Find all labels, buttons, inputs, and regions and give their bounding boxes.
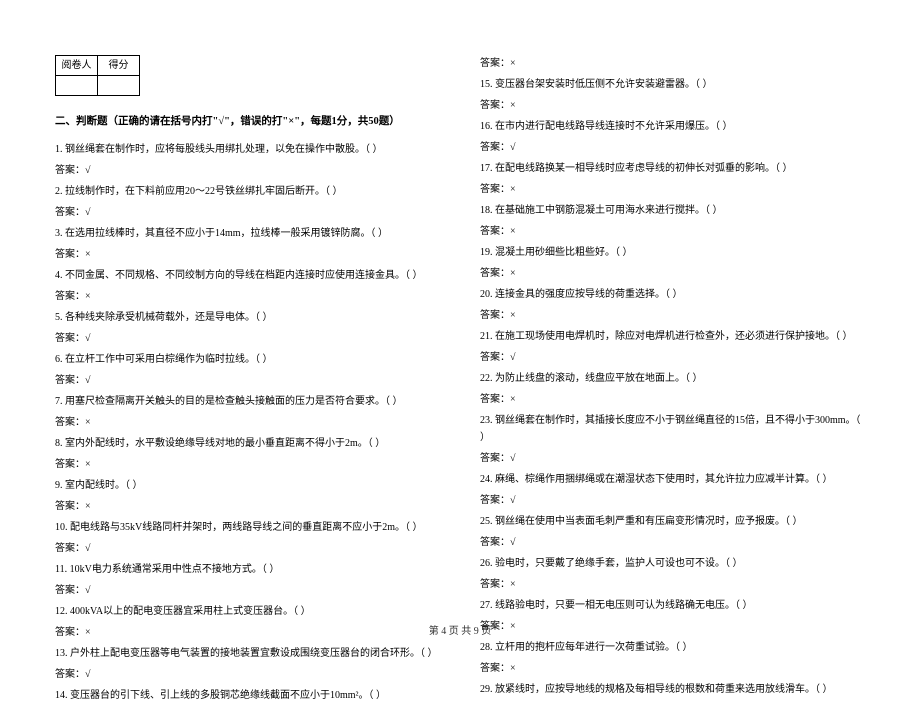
answer-text: 答案：× <box>55 498 440 515</box>
score-table: 阅卷人 得分 <box>55 55 140 96</box>
answer-text: 答案：× <box>480 265 865 282</box>
answer-text: 答案：× <box>55 288 440 305</box>
question-text: 7. 用塞尺检查隔离开关触头的目的是检查触头接触面的压力是否符合要求。（ ） <box>55 393 440 410</box>
answer-text: 答案：× <box>55 414 440 431</box>
question-text: 28. 立杆用的抱杆应每年进行一次荷重试验。（ ） <box>480 639 865 656</box>
answer-text: 答案：× <box>480 391 865 408</box>
answer-text: 答案：√ <box>480 450 865 467</box>
question-text: 20. 连接金具的强度应按导线的荷重选择。（ ） <box>480 286 865 303</box>
question-text: 19. 混凝土用砂细些比粗些好。（ ） <box>480 244 865 261</box>
section-title: 二、判断题（正确的请在括号内打"√"，错误的打"×"，每题1分，共50题） <box>55 114 440 131</box>
answer-text: 答案：√ <box>55 204 440 221</box>
score-table-grader-header: 阅卷人 <box>56 56 98 76</box>
answer-text: 答案：× <box>480 55 865 72</box>
answer-text: 答案：× <box>55 456 440 473</box>
question-text: 26. 验电时，只要戴了绝缘手套，监护人可设也可不设。（ ） <box>480 555 865 572</box>
question-text: 6. 在立杆工作中可采用白棕绳作为临时拉线。（ ） <box>55 351 440 368</box>
question-text: 27. 线路验电时，只要一相无电压则可认为线路确无电压。（ ） <box>480 597 865 614</box>
answer-text: 答案：√ <box>480 349 865 366</box>
question-text: 18. 在基础施工中钢筋混凝土可用海水来进行搅拌。（ ） <box>480 202 865 219</box>
question-text: 3. 在选用拉线棒时，其直径不应小于14mm，拉线棒一般采用镀锌防腐。（ ） <box>55 225 440 242</box>
question-text: 5. 各种线夹除承受机械荷载外，还是导电体。（ ） <box>55 309 440 326</box>
left-question-list: 1. 钢丝绳套在制作时，应将每股线头用绑扎处理，以免在操作中散股。（ ） 答案：√… <box>55 141 440 704</box>
answer-text: 答案：√ <box>55 582 440 599</box>
question-text: 29. 放紧线时，应按导地线的规格及每相导线的根数和荷重来选用放线滑车。（ ） <box>480 681 865 698</box>
answer-text: 答案：× <box>480 660 865 677</box>
answer-text: 答案：× <box>480 181 865 198</box>
question-text: 21. 在施工现场使用电焊机时，除应对电焊机进行检查外，还必须进行保护接地。（ … <box>480 328 865 345</box>
answer-text: 答案：√ <box>55 372 440 389</box>
question-text: 2. 拉线制作时，在下料前应用20～22号铁丝绑扎牢固后断开。（ ） <box>55 183 440 200</box>
question-text: 16. 在市内进行配电线路导线连接时不允许采用爆压。（ ） <box>480 118 865 135</box>
score-table-score-header: 得分 <box>98 56 140 76</box>
page-number: 第 4 页 共 9 页 <box>0 622 920 637</box>
answer-text: 答案：√ <box>480 492 865 509</box>
question-text: 12. 400kVA以上的配电变压器宜采用柱上式变压器台。（ ） <box>55 603 440 620</box>
answer-text: 答案：× <box>55 246 440 263</box>
right-question-list: 答案：× 15. 变压器台架安装时低压侧不允许安装避雷器。（ ） 答案：× 16. 在… <box>480 55 865 698</box>
question-text: 11. 10kV电力系统通常采用中性点不接地方式。（ ） <box>55 561 440 578</box>
question-text: 14. 变压器台的引下线、引上线的多股铜芯绝缘线截面不应小于10mm²。（ ） <box>55 687 440 704</box>
answer-text: 答案：× <box>480 97 865 114</box>
answer-text: 答案：√ <box>55 162 440 179</box>
question-text: 8. 室内外配线时，水平敷设绝缘导线对地的最小垂直距离不得小于2m。（ ） <box>55 435 440 452</box>
answer-text: 答案：× <box>480 576 865 593</box>
score-table-grader-cell <box>56 76 98 96</box>
answer-text: 答案：√ <box>55 666 440 683</box>
question-text: 22. 为防止线盘的滚动，线盘应平放在地面上。（ ） <box>480 370 865 387</box>
answer-text: 答案：√ <box>55 330 440 347</box>
question-text: 1. 钢丝绳套在制作时，应将每股线头用绑扎处理，以免在操作中散股。（ ） <box>55 141 440 158</box>
answer-text: 答案：× <box>480 307 865 324</box>
question-text: 10. 配电线路与35kV线路同杆并架时，两线路导线之间的垂直距离不应小于2m。… <box>55 519 440 536</box>
answer-text: 答案：× <box>480 223 865 240</box>
question-text: 23. 钢丝绳套在制作时，其插接长度应不小于钢丝绳直径的15倍，且不得小于300… <box>480 412 865 446</box>
answer-text: 答案：√ <box>55 540 440 557</box>
question-text: 9. 室内配线时。（ ） <box>55 477 440 494</box>
answer-text: 答案：√ <box>480 139 865 156</box>
question-text: 25. 钢丝绳在使用中当表面毛刺严重和有压扁变形情况时，应予报废。（ ） <box>480 513 865 530</box>
question-text: 4. 不同金属、不同规格、不同绞制方向的导线在档距内连接时应使用连接金具。（ ） <box>55 267 440 284</box>
question-text: 17. 在配电线路换某一相导线时应考虑导线的初伸长对弧垂的影响。（ ） <box>480 160 865 177</box>
score-table-score-cell <box>98 76 140 96</box>
question-text: 24. 麻绳、棕绳作用捆绑绳或在潮湿状态下使用时，其允许拉力应减半计算。（ ） <box>480 471 865 488</box>
question-text: 13. 户外柱上配电变压器等电气装置的接地装置宜敷设成围绕变压器台的闭合环形。（… <box>55 645 440 662</box>
question-text: 15. 变压器台架安装时低压侧不允许安装避雷器。（ ） <box>480 76 865 93</box>
answer-text: 答案：√ <box>480 534 865 551</box>
